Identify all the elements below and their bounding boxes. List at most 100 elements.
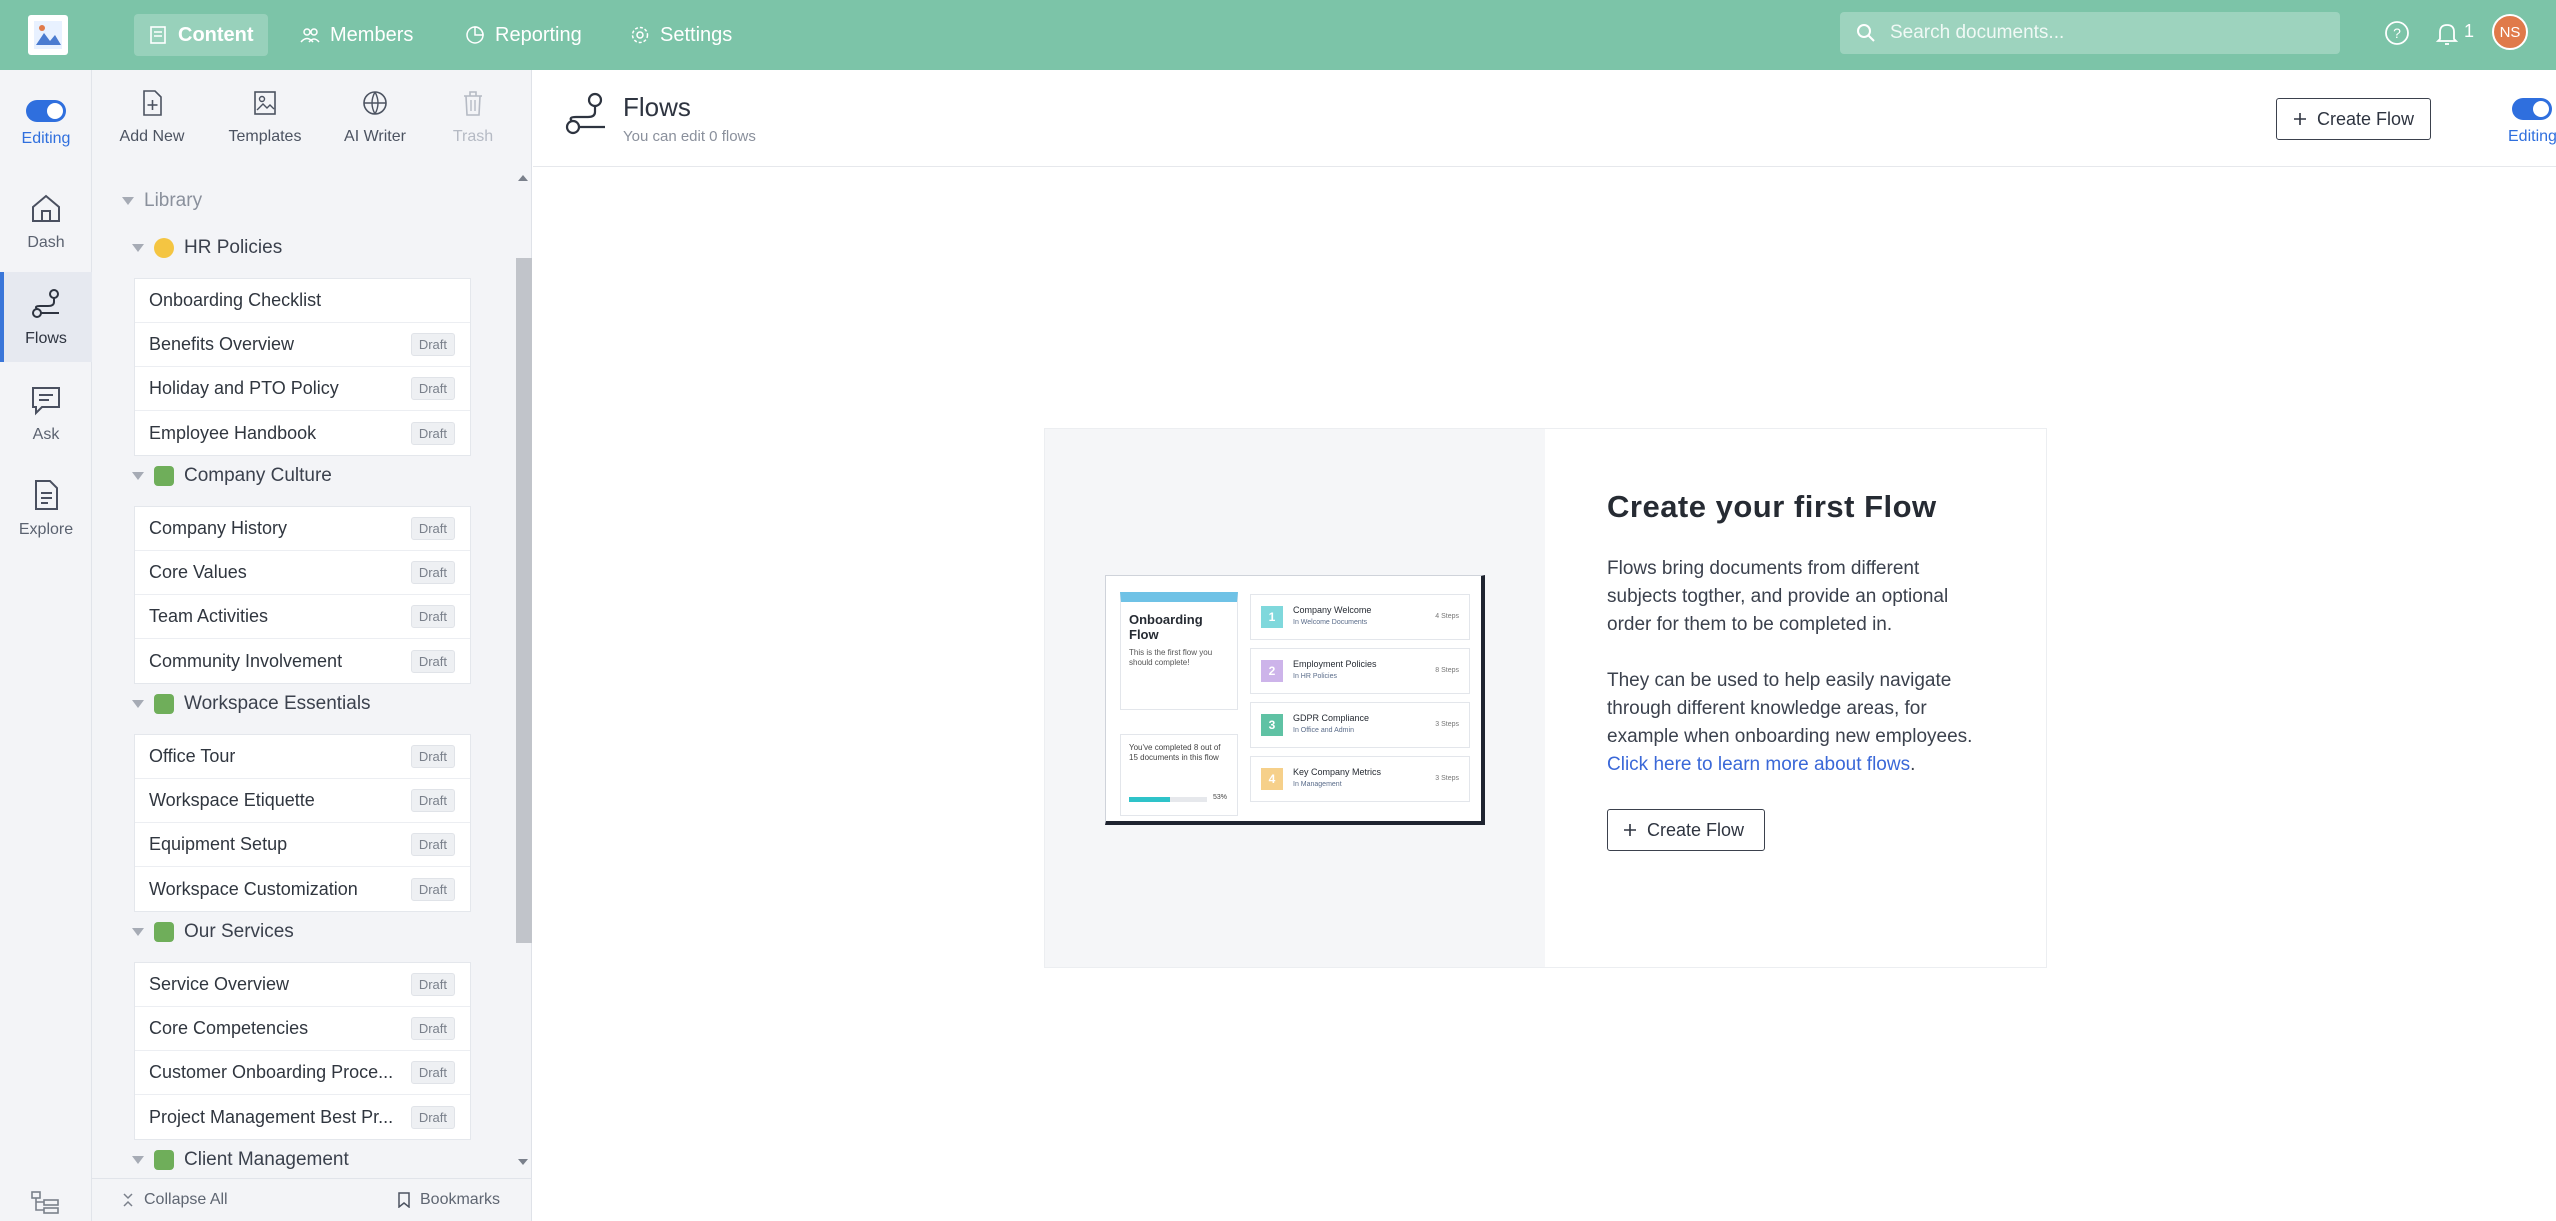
nav-settings[interactable]: Settings	[616, 14, 746, 56]
editing-toggle[interactable]: Editing	[2508, 98, 2556, 146]
progress-bar	[1129, 797, 1207, 802]
list-item[interactable]: Core Competencies Draft	[135, 1007, 470, 1051]
learn-more-link[interactable]: Click here to learn more about flows	[1607, 754, 1910, 775]
list-item[interactable]: Company History Draft	[135, 507, 470, 551]
list-item[interactable]: Office Tour Draft	[135, 735, 470, 779]
status-badge: Draft	[410, 833, 455, 856]
list-item[interactable]: Workspace Etiquette Draft	[135, 779, 470, 823]
sitemap-icon[interactable]	[30, 1190, 60, 1216]
app-logo[interactable]	[28, 15, 68, 55]
add-document-icon	[143, 90, 162, 116]
list-item[interactable]: Onboarding Checklist	[135, 279, 470, 323]
editing-toggle[interactable]: Editing	[0, 100, 92, 148]
scroll-thumb[interactable]	[516, 258, 532, 943]
collapse-caret-icon	[122, 197, 134, 205]
list-item[interactable]: Workspace Customization Draft	[135, 867, 470, 911]
status-badge: Draft	[410, 1061, 455, 1084]
flow-preview-card: Onboarding Flow This is the first flow y…	[1120, 592, 1238, 710]
notification-bell-icon[interactable]	[2432, 18, 2462, 48]
templates-button[interactable]: Templates	[205, 88, 325, 146]
list-item[interactable]: Customer Onboarding Proce... Draft	[135, 1051, 470, 1095]
rail-item-dash[interactable]: Dash	[0, 178, 92, 264]
flow-preview-step: 3 GDPR Compliance In Office and Admin 3 …	[1250, 702, 1470, 748]
doc-list: Service Overview Draft Core Competencies D…	[134, 962, 471, 1140]
bookmark-icon	[398, 1192, 410, 1208]
category-our-services[interactable]: Our Services	[132, 917, 294, 947]
settings-icon	[631, 26, 649, 44]
list-item[interactable]: Employee Handbook Draft	[135, 411, 470, 455]
list-item[interactable]: Community Involvement Draft	[135, 639, 470, 683]
rail-item-ask[interactable]: Ask	[0, 370, 92, 456]
rail-item-explore[interactable]: Explore	[0, 465, 92, 551]
list-item[interactable]: Core Values Draft	[135, 551, 470, 595]
search-input[interactable]	[1890, 22, 2310, 44]
nav-content[interactable]: Content	[134, 14, 268, 56]
help-icon[interactable]: ?	[2382, 18, 2412, 48]
empty-state-title: Create your first Flow	[1607, 489, 1937, 524]
category-client-management[interactable]: Client Management	[132, 1145, 349, 1170]
list-item[interactable]: Project Management Best Pr... Draft	[135, 1095, 470, 1139]
toggle-switch[interactable]	[2512, 98, 2553, 120]
trash-button[interactable]: Trash	[423, 88, 523, 146]
step-number: 1	[1261, 606, 1283, 628]
ai-writer-button[interactable]: AI Writer	[325, 88, 425, 146]
page-title: Flows	[623, 92, 691, 122]
collapse-caret-icon	[132, 928, 144, 936]
flow-illustration: Onboarding Flow This is the first flow y…	[1045, 429, 1545, 967]
flows-icon	[565, 92, 605, 135]
status-badge: Draft	[410, 517, 455, 540]
toggle-switch[interactable]	[26, 100, 66, 122]
status-badge: Draft	[410, 377, 455, 400]
svg-text:?: ?	[2393, 25, 2401, 41]
rail-item-flows[interactable]: Flows	[0, 272, 92, 362]
category-workspace-essentials[interactable]: Workspace Essentials	[132, 689, 371, 719]
status-badge: Draft	[410, 745, 455, 768]
category-hr-policies[interactable]: HR Policies	[132, 233, 282, 263]
list-item[interactable]: Benefits Overview Draft	[135, 323, 470, 367]
list-item[interactable]: Equipment Setup Draft	[135, 823, 470, 867]
book-emoji-icon	[154, 466, 174, 486]
plus-icon	[2294, 113, 2306, 125]
category-company-culture[interactable]: Company Culture	[132, 461, 332, 491]
create-flow-button[interactable]: Create Flow	[1607, 809, 1765, 851]
ai-writer-icon	[363, 91, 387, 115]
book-emoji-icon	[154, 1150, 174, 1170]
nav-reporting[interactable]: Reporting	[451, 14, 596, 56]
flow-preview-left: Onboarding Flow This is the first flow y…	[1120, 592, 1238, 818]
status-badge: Draft	[410, 973, 455, 996]
notification-count: 1	[2464, 21, 2475, 41]
empty-state-description: They can be used to help easily navigate…	[1607, 670, 1973, 775]
collapse-icon	[123, 1193, 133, 1207]
list-item[interactable]: Holiday and PTO Policy Draft	[135, 367, 470, 411]
plus-icon	[1624, 824, 1636, 836]
status-badge: Draft	[410, 605, 455, 628]
flows-icon	[32, 289, 59, 318]
flow-preview-step: 2 Employment Policies In HR Policies 8 S…	[1250, 648, 1470, 694]
collapse-all-button[interactable]: Collapse All	[122, 1191, 228, 1209]
scroll-up-icon[interactable]	[518, 174, 528, 182]
library-panel: Add New Templates AI Writer Trash Librar…	[92, 70, 532, 1221]
list-item[interactable]: Team Activities Draft	[135, 595, 470, 639]
document-icon	[35, 480, 58, 510]
empty-state-card: Onboarding Flow This is the first flow y…	[1044, 428, 2047, 968]
avatar[interactable]: NS	[2492, 14, 2528, 50]
add-new-button[interactable]: Add New	[92, 88, 212, 146]
library-header[interactable]: Library	[122, 190, 202, 212]
create-flow-button[interactable]: Create Flow	[2276, 98, 2432, 140]
bookmarks-button[interactable]: Bookmarks	[398, 1191, 500, 1209]
doc-list: Office Tour Draft Workspace Etiquette Draf…	[134, 734, 471, 912]
smiley-emoji-icon	[154, 238, 174, 258]
list-item[interactable]: Service Overview Draft	[135, 963, 470, 1007]
status-badge: Draft	[410, 333, 455, 356]
search-bar[interactable]	[1840, 12, 2340, 54]
nav-members[interactable]: Members	[286, 14, 427, 56]
flow-preview-progress: You've completed 8 out of 15 documents i…	[1120, 734, 1238, 816]
flow-preview: Onboarding Flow This is the first flow y…	[1105, 575, 1485, 825]
collapse-caret-icon	[132, 244, 144, 252]
scrollbar[interactable]	[512, 170, 532, 1170]
step-number: 2	[1261, 660, 1283, 682]
status-badge: Draft	[410, 561, 455, 584]
scroll-down-icon[interactable]	[518, 1158, 528, 1166]
status-badge: Draft	[410, 1017, 455, 1040]
status-badge: Draft	[410, 877, 455, 901]
